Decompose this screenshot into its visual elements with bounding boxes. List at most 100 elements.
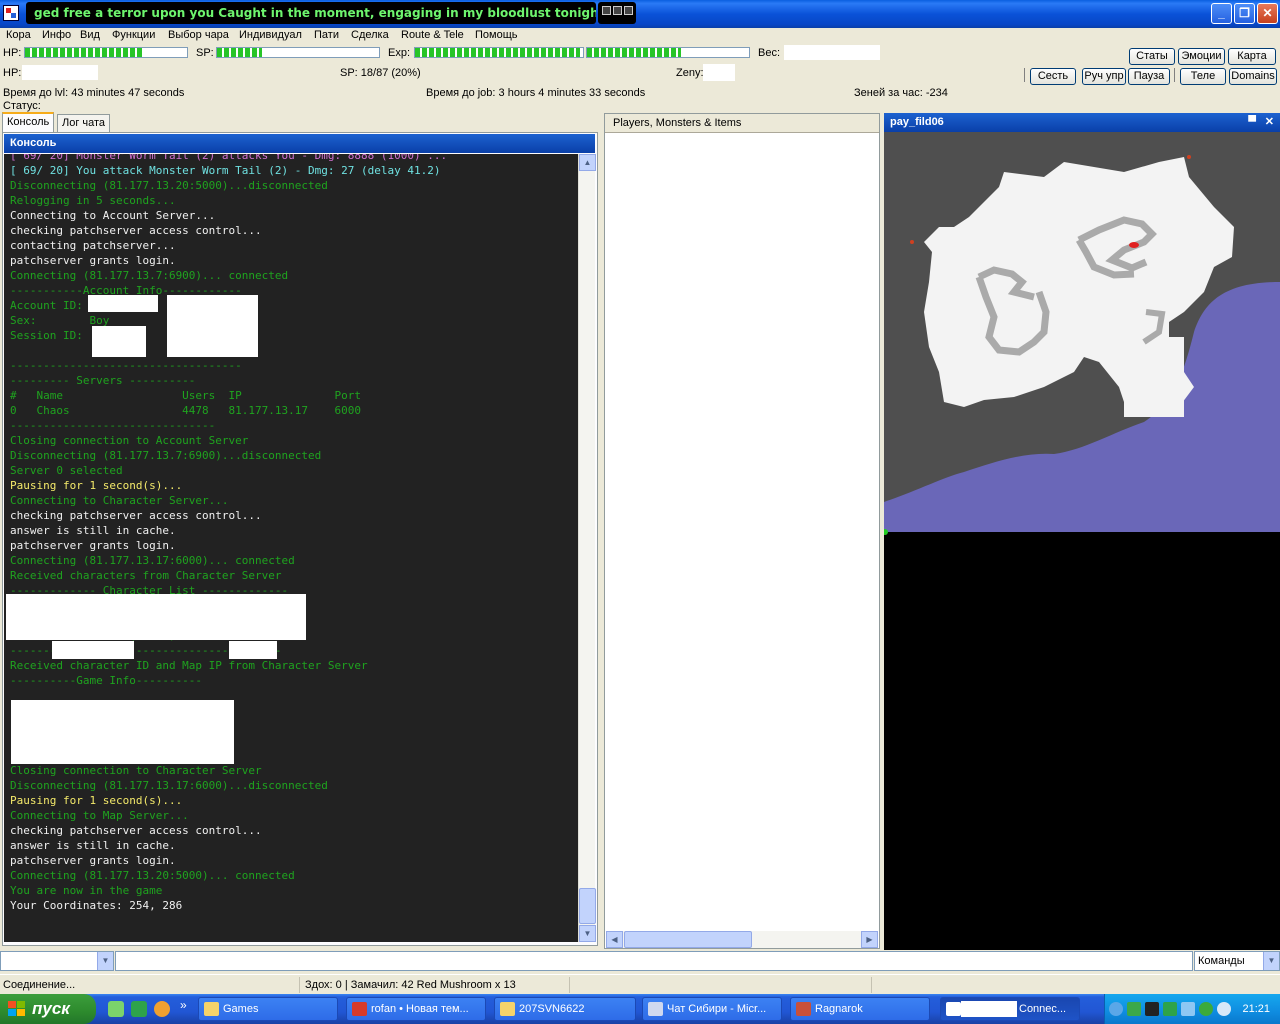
- scroll-thumb[interactable]: [579, 888, 596, 924]
- tray-icon[interactable]: [1127, 1002, 1141, 1016]
- tele-button[interactable]: Теле: [1180, 68, 1226, 85]
- chevron-down-icon[interactable]: ▼: [1263, 952, 1279, 970]
- console-line: Disconnecting (81.177.13.7:6900)...disco…: [10, 449, 322, 462]
- taskbar-item-label: Чат Сибири - Micr...: [667, 1003, 767, 1015]
- time-to-job: Время до job: 3 hours 4 minutes 33 secon…: [426, 87, 646, 99]
- menu-info[interactable]: Инфо: [42, 29, 71, 41]
- start-button[interactable]: пуск: [0, 994, 96, 1024]
- console-line: answer is still in cache.: [10, 524, 176, 537]
- players-list[interactable]: [604, 113, 880, 949]
- map-name: pay_fild06: [890, 116, 944, 128]
- stats-button[interactable]: Статы: [1129, 48, 1175, 65]
- tray-expand-icon[interactable]: [1109, 1002, 1123, 1016]
- app-icon[interactable]: [3, 5, 19, 21]
- zeny-per-hour: Зеней за час: -234: [854, 87, 948, 99]
- tab-console[interactable]: Консоль: [2, 112, 55, 133]
- emotions-button[interactable]: Эмоции: [1178, 48, 1225, 65]
- taskbar-item-label: Connec...: [1019, 1003, 1067, 1015]
- console-scrollbar[interactable]: ▲ ▼: [578, 154, 596, 942]
- maximize-button[interactable]: ❐: [1234, 3, 1255, 24]
- sit-button[interactable]: Сесть: [1030, 68, 1076, 85]
- scroll-left-icon[interactable]: ◀: [606, 931, 623, 948]
- manual-control-button[interactable]: Руч упр: [1082, 68, 1126, 85]
- quicklaunch-icon[interactable]: [108, 1001, 124, 1017]
- map-maximize-icon[interactable]: ▀: [1248, 113, 1256, 132]
- command-type-select[interactable]: Команды ▼: [1194, 951, 1280, 971]
- taskbar-item[interactable]: rofan • Новая тем...: [346, 997, 486, 1021]
- sp-text: SP: 18/87 (20%): [340, 67, 421, 79]
- tray-icon[interactable]: [1217, 1002, 1231, 1016]
- sp-label: SP:: [196, 47, 214, 59]
- taskbar-app-icon: [796, 1002, 811, 1016]
- menu-trade[interactable]: Сделка: [351, 29, 389, 41]
- pause-button[interactable]: Пауза: [1128, 68, 1170, 85]
- tray-icon[interactable]: [1199, 1002, 1213, 1016]
- console-line: Connecting to Character Server...: [10, 494, 229, 507]
- console-line: Connecting (81.177.13.20:5000)... connec…: [10, 869, 295, 882]
- menu-individual[interactable]: Индивидуал: [239, 29, 302, 41]
- menu-functions[interactable]: Функции: [112, 29, 155, 41]
- title-bar[interactable]: ged free a terror upon you Caught in the…: [0, 0, 1280, 28]
- console-line: checking patchserver access control...: [10, 224, 262, 237]
- map-button[interactable]: Карта: [1228, 48, 1276, 65]
- console-output[interactable]: [ 69/ 20] Monster Worm Tail (2) attacks …: [4, 154, 578, 942]
- job-exp-bar: [586, 47, 750, 58]
- toolbar-separator: [1174, 68, 1175, 82]
- taskbar-item[interactable]: 207SVN6622: [494, 997, 636, 1021]
- mini-close-icon[interactable]: [624, 6, 633, 15]
- console-line: Pausing for 1 second(s)...: [10, 479, 183, 492]
- redacted-character-name: [52, 641, 134, 659]
- mini-minimize-icon[interactable]: [602, 6, 611, 15]
- console-line: Closing connection to Character Server: [10, 764, 262, 777]
- console-header: Консоль: [4, 134, 595, 153]
- console-line: patchserver grants login.: [10, 854, 176, 867]
- tray-icon[interactable]: [1145, 1002, 1159, 1016]
- mini-restore-icon[interactable]: [613, 6, 622, 15]
- menu-route-tele[interactable]: Route & Tele: [401, 29, 464, 41]
- base-exp-bar-fill: [415, 48, 580, 57]
- menu-help[interactable]: Помощь: [475, 29, 518, 41]
- menu-select-char[interactable]: Выбор чара: [168, 29, 229, 41]
- taskbar-item[interactable]: Connec...: [940, 997, 1080, 1021]
- taskbar-item[interactable]: Games: [198, 997, 338, 1021]
- scroll-right-icon[interactable]: ▶: [861, 931, 878, 948]
- taskbar-item[interactable]: Ragnarok: [790, 997, 930, 1021]
- console-line: Connecting (81.177.13.7:6900)... connect…: [10, 269, 289, 282]
- hp-text-label: HP:: [3, 67, 22, 79]
- portal-icon: [1187, 155, 1191, 159]
- menu-view[interactable]: Вид: [80, 29, 100, 41]
- console-line: checking patchserver access control...: [10, 509, 262, 522]
- players-hscrollbar[interactable]: ◀ ▶: [606, 931, 878, 948]
- console-line: Account ID:: [10, 299, 83, 312]
- console-line: Connecting (81.177.13.17:6000)... connec…: [10, 554, 295, 567]
- taskbar-app-icon: [500, 1002, 515, 1016]
- map-close-icon[interactable]: ✕: [1265, 113, 1274, 132]
- quicklaunch-icon[interactable]: [131, 1001, 147, 1017]
- tab-chat-log[interactable]: Лог чата: [57, 114, 111, 133]
- chevron-down-icon[interactable]: ▼: [97, 952, 113, 970]
- scroll-down-icon[interactable]: ▼: [579, 925, 596, 942]
- scroll-thumb[interactable]: [624, 931, 752, 948]
- command-type-label: Команды: [1198, 955, 1245, 967]
- status-label: Статус:: [3, 100, 41, 112]
- domains-button[interactable]: Domains: [1229, 68, 1277, 85]
- hp-value: [22, 65, 98, 80]
- close-button[interactable]: ✕: [1257, 3, 1278, 24]
- tray-icon[interactable]: [1163, 1002, 1177, 1016]
- menu-party[interactable]: Пати: [314, 29, 339, 41]
- quicklaunch-icon[interactable]: [154, 1001, 170, 1017]
- tray-icon[interactable]: [1181, 1002, 1195, 1016]
- scroll-up-icon[interactable]: ▲: [579, 154, 596, 171]
- console-line: Your Coordinates: 254, 286: [10, 899, 183, 912]
- quicklaunch-more-icon[interactable]: »: [180, 998, 187, 1012]
- menu-kora[interactable]: Кора: [6, 29, 31, 41]
- redacted-character-list: [6, 594, 306, 640]
- command-input[interactable]: [115, 951, 1193, 971]
- command-target-select[interactable]: ▼: [0, 951, 114, 971]
- base-exp-bar: [414, 47, 584, 58]
- field-map[interactable]: [882, 132, 1280, 950]
- console-line: [ 69/ 20] Monster Worm Tail (2) attacks …: [10, 154, 448, 162]
- taskbar-item[interactable]: Чат Сибири - Micr...: [642, 997, 782, 1021]
- console-line: Closing connection to Account Server: [10, 434, 249, 447]
- minimize-button[interactable]: _: [1211, 3, 1232, 24]
